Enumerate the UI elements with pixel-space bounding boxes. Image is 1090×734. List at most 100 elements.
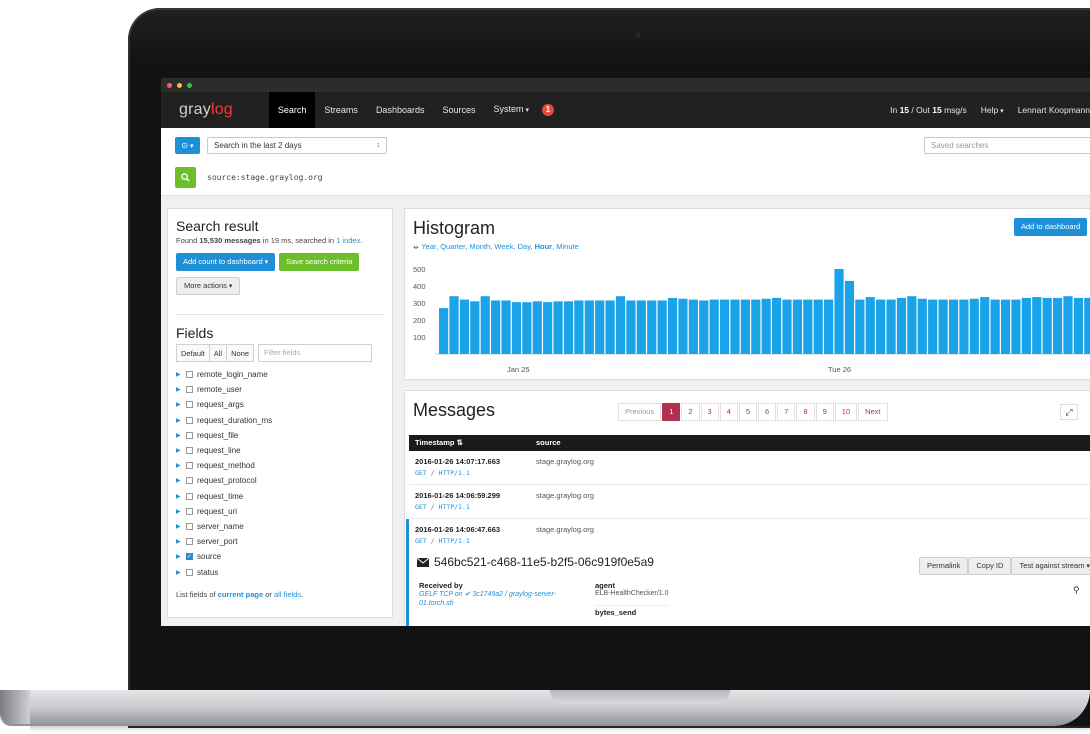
search-query-input[interactable]: source:stage.graylog.org bbox=[207, 173, 323, 182]
histogram-bar[interactable] bbox=[1052, 297, 1063, 354]
test-against-stream-button[interactable]: Test against stream bbox=[1011, 557, 1090, 575]
col-timestamp[interactable]: Timestamp ⇅ bbox=[415, 435, 463, 451]
zoom-icon[interactable]: ⚲ bbox=[1073, 585, 1080, 596]
histogram-bar[interactable] bbox=[595, 300, 605, 354]
histogram-bar[interactable] bbox=[605, 300, 615, 354]
field-checkbox[interactable] bbox=[186, 431, 193, 439]
field-checkbox[interactable] bbox=[186, 477, 193, 485]
histogram-bar[interactable] bbox=[543, 302, 553, 354]
expand-caret-icon[interactable]: ▶ bbox=[176, 508, 186, 515]
histogram-bar[interactable] bbox=[938, 299, 948, 354]
histogram-bar[interactable] bbox=[501, 300, 511, 354]
field-checkbox[interactable] bbox=[186, 568, 193, 576]
page-button[interactable]: 9 bbox=[815, 403, 834, 421]
graylog-logo[interactable]: graylog bbox=[179, 101, 233, 119]
histogram-bar[interactable] bbox=[803, 299, 813, 354]
expand-caret-icon[interactable]: ▶ bbox=[176, 493, 186, 500]
histogram-bar[interactable] bbox=[563, 301, 574, 354]
table-row-expanded[interactable]: 2016-01-26 14:06:47.663 stage.graylog.or… bbox=[406, 519, 1090, 626]
histogram-bar[interactable] bbox=[1063, 296, 1073, 354]
expand-icon[interactable]: ⤢ bbox=[1060, 404, 1078, 420]
field-checkbox[interactable]: ✓ bbox=[186, 553, 193, 561]
histogram-bar[interactable] bbox=[907, 296, 917, 354]
histogram-bar[interactable] bbox=[699, 300, 709, 354]
histogram-bar[interactable] bbox=[813, 299, 823, 354]
histogram-bar[interactable] bbox=[688, 299, 698, 354]
histogram-bar[interactable] bbox=[584, 300, 594, 354]
histogram-bar[interactable] bbox=[969, 298, 979, 354]
resolution-link[interactable]: Year bbox=[421, 242, 436, 251]
histogram-bar[interactable] bbox=[532, 301, 542, 354]
histogram-bar[interactable] bbox=[917, 298, 927, 354]
histogram-bar[interactable] bbox=[626, 300, 636, 354]
current-page-link[interactable]: current page bbox=[218, 590, 263, 599]
expand-caret-icon[interactable]: ▶ bbox=[176, 386, 186, 393]
histogram-bar[interactable] bbox=[1073, 297, 1083, 354]
histogram-bar[interactable] bbox=[782, 299, 792, 354]
expand-caret-icon[interactable]: ▶ bbox=[176, 538, 186, 545]
histogram-bar[interactable] bbox=[491, 300, 501, 354]
histogram-bar[interactable] bbox=[1000, 299, 1011, 354]
histogram-bar[interactable] bbox=[1021, 297, 1031, 354]
expand-caret-icon[interactable]: ▶ bbox=[176, 553, 186, 560]
add-to-dashboard-button[interactable]: Add to dashboard bbox=[1014, 218, 1088, 236]
tab-none[interactable]: None bbox=[226, 344, 255, 362]
histogram-bar[interactable] bbox=[740, 299, 750, 354]
histogram-bar[interactable] bbox=[990, 299, 1000, 354]
resolution-link[interactable]: Minute bbox=[556, 242, 579, 251]
expand-caret-icon[interactable]: ▶ bbox=[176, 523, 186, 530]
page-button[interactable]: 8 bbox=[796, 403, 815, 421]
sort-icon[interactable]: ⇅ bbox=[457, 438, 463, 447]
col-source[interactable]: source bbox=[536, 435, 561, 451]
copy-id-button[interactable]: Copy ID bbox=[968, 557, 1012, 575]
field-item[interactable]: ▶ request_line bbox=[176, 443, 372, 458]
all-fields-link[interactable]: all fields bbox=[274, 590, 301, 599]
page-button[interactable]: 7 bbox=[777, 403, 796, 421]
time-range-select[interactable]: Search in the last 2 days ↕ bbox=[207, 137, 387, 154]
tab-all[interactable]: All bbox=[208, 344, 227, 362]
histogram-bar[interactable] bbox=[896, 297, 907, 354]
histogram-bar[interactable] bbox=[772, 297, 782, 354]
search-button[interactable] bbox=[175, 167, 196, 188]
histogram-bar[interactable] bbox=[865, 297, 875, 354]
histogram-bar[interactable] bbox=[844, 280, 855, 354]
field-item[interactable]: ▶ request_protocol bbox=[176, 473, 372, 488]
histogram-bar[interactable] bbox=[876, 299, 886, 354]
field-item[interactable]: ▶ request_file bbox=[176, 428, 372, 443]
histogram-bar[interactable] bbox=[709, 299, 719, 354]
histogram-bar[interactable] bbox=[449, 296, 459, 354]
field-checkbox[interactable] bbox=[186, 401, 193, 409]
resolution-link[interactable]: Hour bbox=[535, 242, 553, 251]
expand-caret-icon[interactable]: ▶ bbox=[176, 417, 186, 424]
histogram-bar[interactable] bbox=[574, 300, 584, 354]
expand-caret-icon[interactable]: ▶ bbox=[176, 371, 186, 378]
field-item[interactable]: ▶ remote_login_name bbox=[176, 367, 372, 382]
histogram-bar[interactable] bbox=[615, 296, 626, 354]
histogram-bar[interactable] bbox=[636, 300, 646, 354]
close-dot[interactable] bbox=[167, 82, 172, 88]
histogram-bar[interactable] bbox=[1011, 299, 1021, 354]
field-item[interactable]: ▶ remote_user bbox=[176, 382, 372, 397]
index-link[interactable]: 1 index bbox=[336, 236, 360, 245]
field-item[interactable]: ▶ request_time bbox=[176, 489, 372, 504]
histogram-bar[interactable] bbox=[834, 269, 844, 354]
field-checkbox[interactable] bbox=[186, 447, 193, 455]
histogram-bar[interactable] bbox=[761, 298, 771, 354]
field-item[interactable]: ▶ server_name bbox=[176, 519, 372, 534]
minimize-dot[interactable] bbox=[177, 82, 182, 88]
page-button[interactable]: 2 bbox=[681, 403, 700, 421]
page-button[interactable]: 6 bbox=[758, 403, 777, 421]
expand-caret-icon[interactable]: ▶ bbox=[176, 432, 186, 439]
field-item[interactable]: ▶ request_method bbox=[176, 458, 372, 473]
field-checkbox[interactable] bbox=[186, 462, 193, 470]
histogram-bar[interactable] bbox=[928, 299, 938, 354]
nav-dashboards[interactable]: Dashboards bbox=[367, 92, 434, 128]
maximize-dot[interactable] bbox=[187, 82, 192, 88]
histogram-bar[interactable] bbox=[1032, 297, 1042, 354]
field-item[interactable]: ▶ request_duration_ms bbox=[176, 413, 372, 428]
page-button[interactable]: 1 bbox=[662, 403, 681, 421]
histogram-bar[interactable] bbox=[459, 299, 470, 354]
histogram-bar[interactable] bbox=[439, 308, 449, 354]
previous-page-button[interactable]: Previous bbox=[618, 403, 662, 421]
histogram-bar[interactable] bbox=[470, 301, 480, 354]
